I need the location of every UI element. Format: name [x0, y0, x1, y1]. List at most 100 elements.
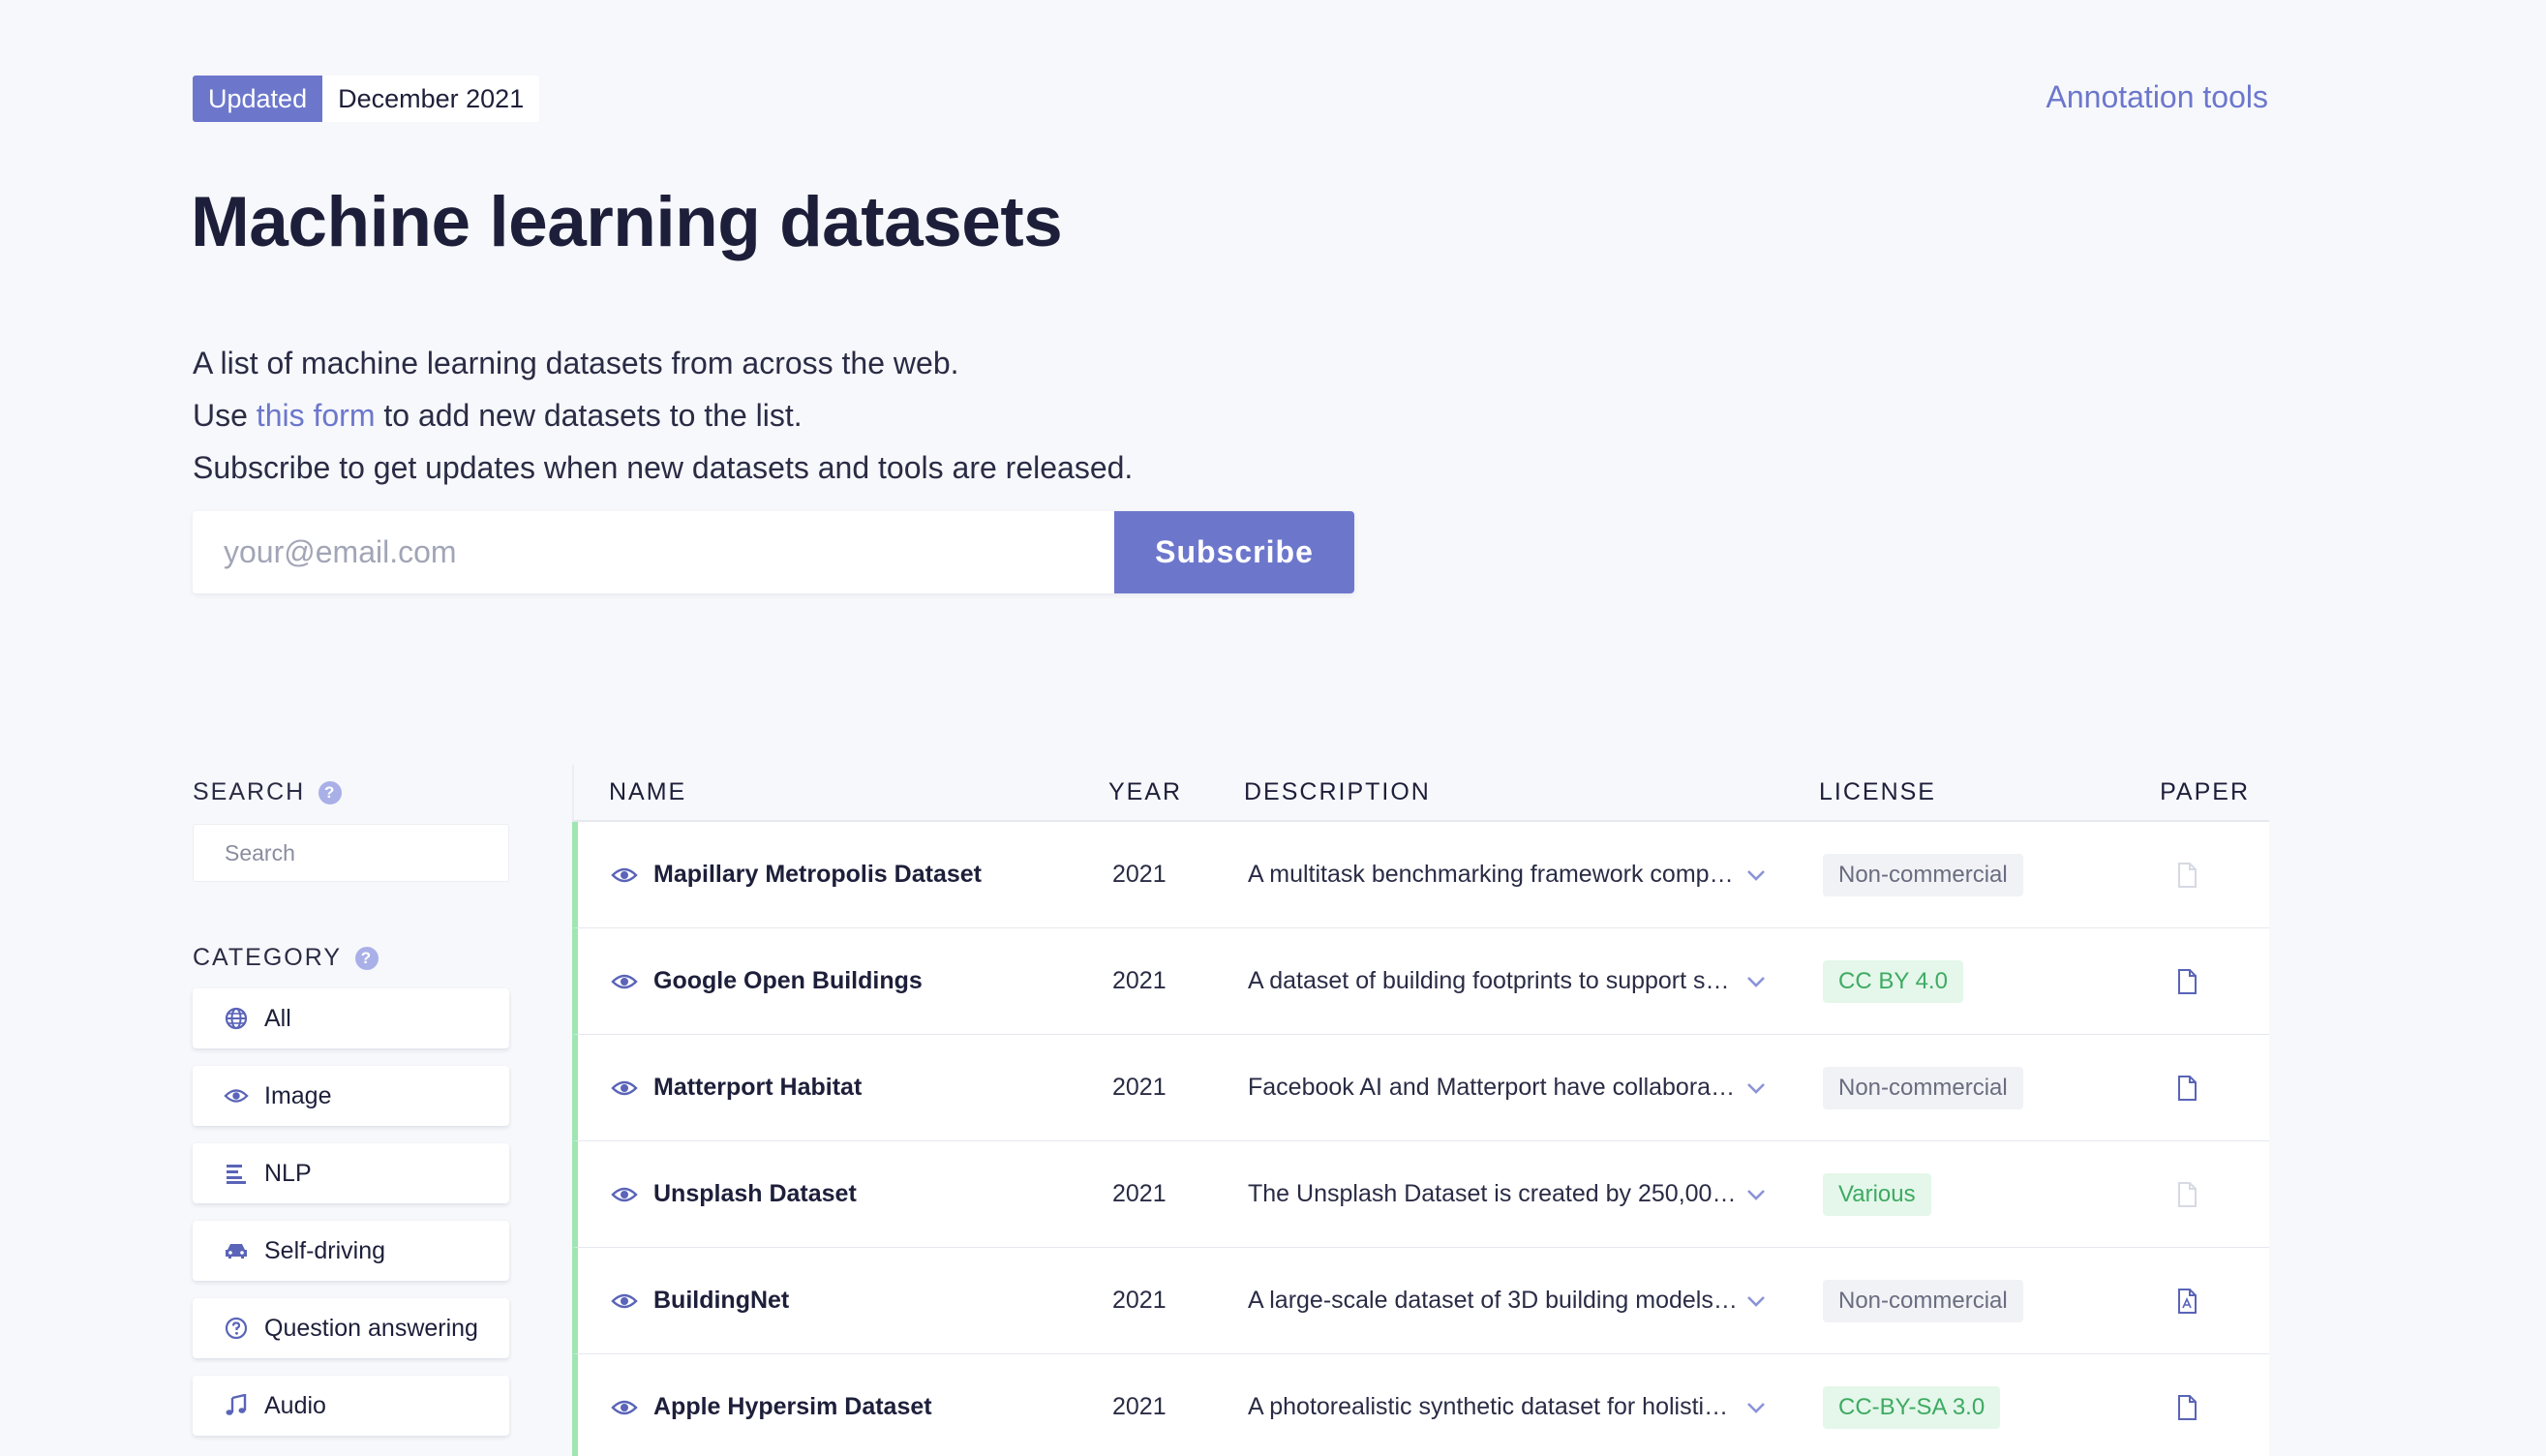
dataset-name-cell: Unsplash Dataset	[578, 1180, 1112, 1208]
dataset-paper-cell	[2128, 968, 2269, 994]
dataset-description-cell[interactable]: The Unsplash Dataset is created by 250,0…	[1248, 1180, 1823, 1208]
dataset-paper-cell	[2128, 862, 2269, 888]
category-all[interactable]: All	[193, 988, 509, 1048]
intro-line-2-post: to add new datasets to the list.	[375, 398, 803, 433]
email-input[interactable]	[193, 511, 1114, 593]
annotation-tools-link[interactable]: Annotation tools	[2046, 79, 2269, 115]
table-row[interactable]: Unsplash Dataset 2021 The Unsplash Dataset…	[572, 1141, 2269, 1248]
expand-chevron-icon[interactable]	[1746, 1082, 1768, 1094]
dataset-name[interactable]: BuildingNet	[653, 1287, 789, 1315]
category-label: Self-driving	[264, 1236, 386, 1264]
dataset-year: 2021	[1112, 1074, 1167, 1101]
category-label: Image	[264, 1081, 332, 1109]
paper-document-icon[interactable]	[2177, 1075, 2197, 1101]
paper-document-icon	[2177, 1181, 2197, 1207]
dataset-name-cell: Apple Hypersim Dataset	[578, 1393, 1112, 1421]
dataset-paper-cell	[2128, 1288, 2269, 1314]
paper-document-icon[interactable]	[2177, 1394, 2197, 1420]
table-body: Mapillary Metropolis Dataset 2021 A multit…	[572, 822, 2269, 1456]
dataset-description-cell[interactable]: A dataset of building footprints to supp…	[1248, 967, 1823, 995]
category-label: NLP	[264, 1159, 312, 1187]
pdf-file-icon[interactable]	[2177, 1288, 2197, 1314]
dataset-paper-cell	[2128, 1394, 2269, 1420]
dataset-description: A dataset of building footprints to supp…	[1248, 967, 1739, 994]
search-label-row: SEARCH ?	[193, 778, 343, 806]
this-form-link[interactable]: this form	[257, 398, 376, 433]
category-image[interactable]: Image	[193, 1066, 509, 1126]
expand-chevron-icon[interactable]	[1746, 1189, 1768, 1200]
page-title: Machine learning datasets	[191, 183, 1063, 261]
subscribe-button[interactable]: Subscribe	[1114, 511, 1354, 593]
preview-eye-icon[interactable]	[611, 1291, 638, 1311]
search-label: SEARCH	[193, 778, 306, 805]
header-paper: PAPER	[2160, 778, 2250, 805]
updated-banner: Updated December 2021	[193, 76, 540, 122]
license-badge: Non-commercial	[1823, 1279, 2023, 1322]
dataset-name-cell: Mapillary Metropolis Dataset	[578, 861, 1112, 889]
dataset-license-cell: Non-commercial	[1823, 853, 2128, 896]
dataset-name[interactable]: Unsplash Dataset	[653, 1180, 857, 1208]
dataset-year: 2021	[1112, 1180, 1167, 1207]
dataset-description: A photorealistic synthetic dataset for h…	[1248, 1393, 1739, 1420]
dataset-paper-cell	[2128, 1181, 2269, 1207]
table-row[interactable]: BuildingNet 2021 A large-scale dataset of …	[572, 1248, 2269, 1354]
header-license[interactable]: LICENSE	[1819, 778, 2124, 806]
dataset-year: 2021	[1112, 967, 1167, 994]
dataset-description-cell[interactable]: Facebook AI and Matterport have collabor…	[1248, 1074, 1823, 1102]
category-audio[interactable]: Audio	[193, 1376, 509, 1436]
intro-line-2-pre: Use	[193, 398, 257, 433]
expand-chevron-icon[interactable]	[1746, 976, 1768, 987]
updated-badge: Updated	[193, 76, 323, 122]
paper-document-icon[interactable]	[2177, 968, 2197, 994]
dataset-year: 2021	[1112, 1287, 1167, 1314]
header-year[interactable]: YEAR	[1108, 778, 1244, 806]
search-help-icon[interactable]: ?	[318, 780, 343, 804]
preview-eye-icon[interactable]	[611, 1398, 638, 1417]
preview-eye-icon[interactable]	[611, 1185, 638, 1204]
category-question-answering[interactable]: Question answering	[193, 1298, 509, 1358]
preview-eye-icon[interactable]	[611, 865, 638, 885]
category-self-driving[interactable]: Self-driving	[193, 1221, 509, 1281]
dataset-license-cell: Non-commercial	[1823, 1279, 2128, 1322]
dataset-name[interactable]: Mapillary Metropolis Dataset	[653, 861, 982, 889]
intro-text: A list of machine learning datasets from…	[193, 337, 1133, 494]
dataset-year: 2021	[1112, 1393, 1167, 1420]
dataset-name[interactable]: Google Open Buildings	[653, 967, 923, 995]
dataset-description-cell[interactable]: A multitask benchmarking framework compr…	[1248, 861, 1823, 889]
table-row[interactable]: Google Open Buildings 2021 A dataset of bu…	[572, 928, 2269, 1035]
header-name[interactable]: NAME	[574, 778, 1108, 806]
search-input[interactable]	[193, 824, 509, 882]
eye-icon	[224, 1083, 249, 1108]
preview-eye-icon[interactable]	[611, 972, 638, 991]
question-circle-icon	[224, 1316, 249, 1341]
category-list: All Image NLP Self-driving Question answ…	[193, 988, 509, 1453]
category-label: All	[264, 1004, 291, 1032]
category-help-icon[interactable]: ?	[355, 946, 379, 970]
updated-date: December 2021	[322, 76, 540, 122]
table-row[interactable]: Apple Hypersim Dataset 2021 A photorealist…	[572, 1354, 2269, 1456]
expand-chevron-icon[interactable]	[1746, 1295, 1768, 1307]
dataset-paper-cell	[2128, 1075, 2269, 1101]
table-header: NAME YEAR DESCRIPTION LICENSE PAPER	[572, 765, 2269, 822]
dataset-year: 2021	[1112, 861, 1167, 888]
expand-chevron-icon[interactable]	[1746, 869, 1768, 881]
table-row[interactable]: Mapillary Metropolis Dataset 2021 A multit…	[572, 822, 2269, 928]
music-note-icon	[224, 1393, 249, 1418]
intro-line-1: A list of machine learning datasets from…	[193, 346, 959, 380]
dataset-license-cell: CC BY 4.0	[1823, 959, 2128, 1003]
text-lines-icon	[224, 1161, 249, 1186]
preview-eye-icon[interactable]	[611, 1078, 638, 1098]
license-badge: CC BY 4.0	[1823, 959, 1963, 1003]
category-label-row: CATEGORY ?	[193, 944, 379, 972]
header-description: DESCRIPTION	[1244, 778, 1431, 805]
intro-line-3: Subscribe to get updates when new datase…	[193, 450, 1134, 485]
license-badge: CC-BY-SA 3.0	[1823, 1385, 2001, 1429]
dataset-name[interactable]: Apple Hypersim Dataset	[653, 1393, 932, 1421]
dataset-description-cell[interactable]: A large-scale dataset of 3D building mod…	[1248, 1287, 1823, 1315]
dataset-name[interactable]: Matterport Habitat	[653, 1074, 862, 1102]
table-row[interactable]: Matterport Habitat 2021 Facebook AI and Ma…	[572, 1035, 2269, 1141]
dataset-description-cell[interactable]: A photorealistic synthetic dataset for h…	[1248, 1393, 1823, 1421]
expand-chevron-icon[interactable]	[1746, 1402, 1768, 1413]
page: Updated December 2021 Annotation tools M…	[0, 0, 2546, 1456]
category-nlp[interactable]: NLP	[193, 1143, 509, 1203]
